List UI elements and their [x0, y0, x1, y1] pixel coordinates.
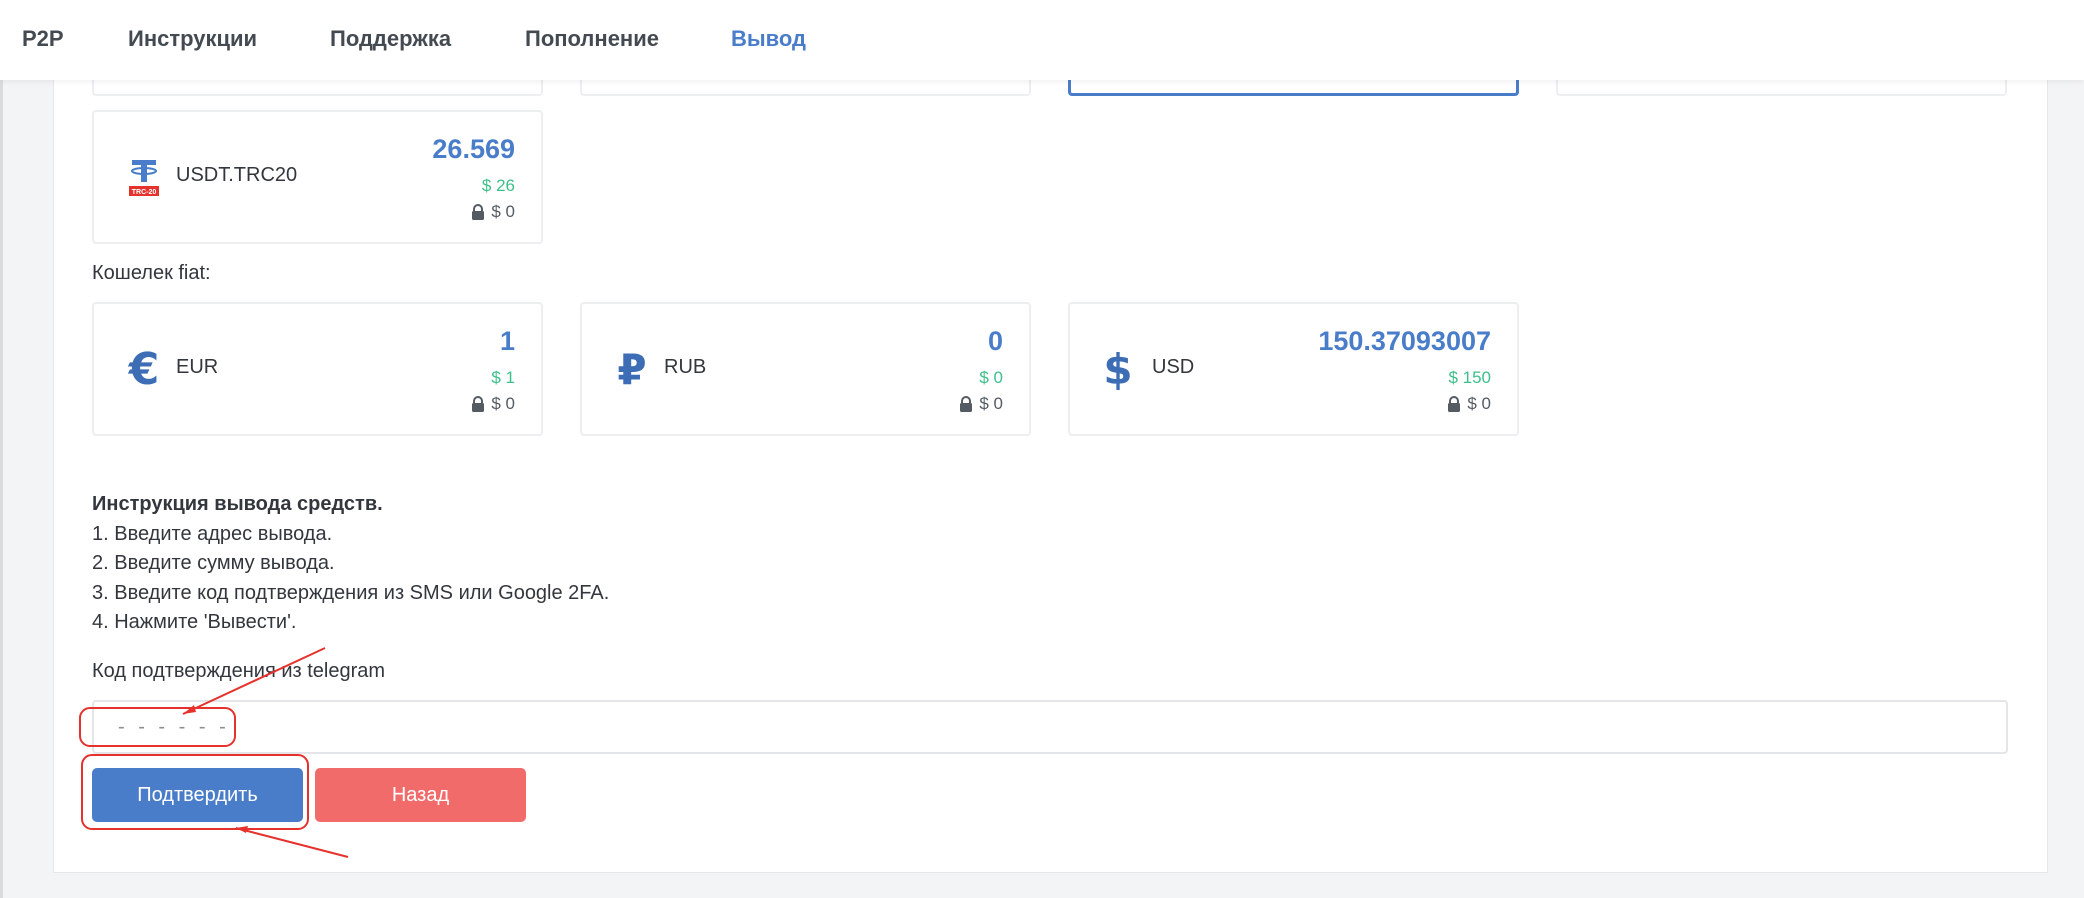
telegram-code-label: Код подтверждения из telegram	[92, 660, 386, 682]
lock-icon	[1448, 396, 1461, 412]
wallet-name: USD	[1152, 356, 1195, 378]
wallet-usd-value: $ 26	[481, 176, 515, 195]
wallet-card-rub[interactable]: ₽ RUB 0 $ 0 $ 0	[580, 302, 1031, 436]
instruction-step: 2. Введите сумму вывода.	[92, 552, 335, 574]
wallet-locked-value: $ 0	[471, 394, 515, 414]
wallet-card-eur[interactable]: € EUR 1 $ 1 $ 0	[92, 302, 543, 436]
wallet-name: RUB	[664, 356, 707, 378]
nav-item-deposit[interactable]: Пополнение	[525, 26, 659, 52]
nav-item-p2p[interactable]: P2P	[22, 26, 64, 52]
wallet-usd-value: $ 150	[1448, 368, 1491, 387]
confirm-button[interactable]: Подтвердить	[92, 768, 303, 822]
wallet-card-partial[interactable]	[580, 80, 1031, 96]
svg-text:€: €	[128, 348, 160, 392]
wallet-card-selected[interactable]	[1068, 80, 1519, 96]
lock-icon	[960, 396, 973, 412]
usdt-trc20-icon: TRC-20	[129, 160, 159, 196]
ruble-icon: ₽	[617, 348, 646, 392]
instructions-title: Инструкция вывода средств.	[92, 493, 383, 515]
svg-text:₽: ₽	[617, 348, 646, 392]
wallet-locked-value: $ 0	[959, 394, 1003, 414]
wallet-card-partial[interactable]	[92, 80, 543, 96]
lock-icon	[472, 204, 485, 220]
locked-amount: $ 0	[491, 394, 515, 413]
top-navigation: P2P Инструкции Поддержка Пополнение Выво…	[0, 0, 2084, 80]
withdraw-instructions: Инструкция вывода средств. 1. Введите ад…	[92, 490, 609, 638]
wallet-card-usd[interactable]: $ USD 150.37093007 $ 150 $ 0	[1068, 302, 1519, 436]
locked-amount: $ 0	[491, 202, 515, 221]
wallet-card-usdt-trc20[interactable]: TRC-20 USDT.TRC20 26.569 $ 26 $ 0	[92, 110, 543, 244]
wallet-amount: 26.569	[432, 134, 515, 164]
locked-amount: $ 0	[979, 394, 1003, 413]
svg-text:$: $	[1103, 348, 1132, 392]
wallet-amount: 150.37093007	[1318, 326, 1491, 356]
wallet-amount: 1	[499, 326, 515, 356]
wallet-card-partial[interactable]	[1556, 80, 2007, 96]
wallet-usd-value: $ 1	[491, 368, 515, 387]
euro-icon: €	[128, 348, 160, 392]
telegram-code-input[interactable]	[92, 700, 2008, 754]
nav-item-support[interactable]: Поддержка	[330, 26, 451, 52]
svg-text:TRC-20: TRC-20	[132, 189, 157, 196]
nav-item-withdraw[interactable]: Вывод	[731, 26, 806, 52]
back-button[interactable]: Назад	[315, 768, 526, 822]
locked-amount: $ 0	[1467, 394, 1491, 413]
lock-icon	[472, 396, 485, 412]
window-edge	[0, 80, 3, 898]
instruction-step: 1. Введите адрес вывода.	[92, 522, 333, 545]
wallet-name: USDT.TRC20	[176, 164, 298, 186]
wallet-locked-value: $ 0	[471, 202, 515, 222]
wallet-amount: 0	[987, 326, 1003, 356]
wallet-name: EUR	[176, 356, 219, 378]
dollar-icon: $	[1103, 348, 1132, 392]
fiat-section-label: Кошелек fiat:	[92, 262, 211, 284]
wallet-usd-value: $ 0	[979, 368, 1003, 387]
instruction-step: 3. Введите код подтверждения из SMS или …	[92, 581, 610, 604]
instruction-step: 4. Нажмите 'Вывести'.	[92, 611, 297, 633]
wallet-locked-value: $ 0	[1447, 394, 1491, 414]
nav-item-instructions[interactable]: Инструкции	[128, 26, 257, 52]
